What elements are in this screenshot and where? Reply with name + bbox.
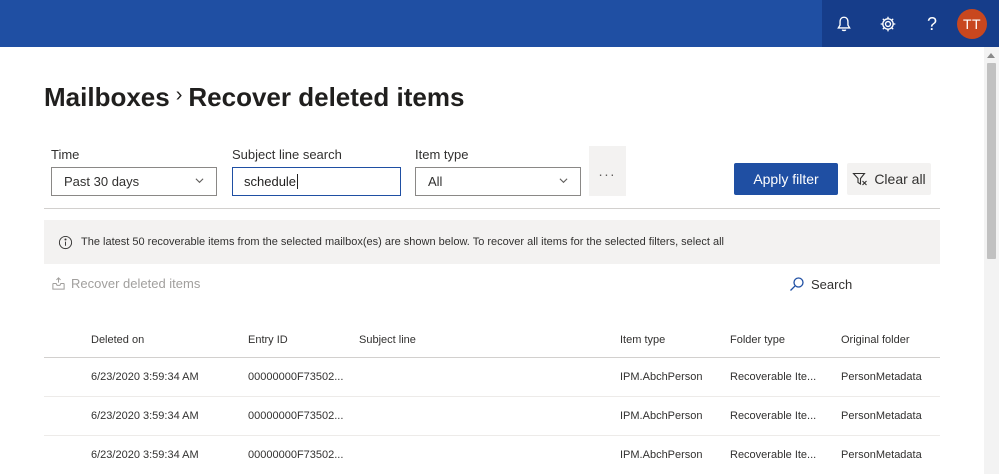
breadcrumb: Mailboxes › Recover deleted items bbox=[44, 82, 464, 113]
table-row[interactable]: 6/23/2020 3:59:34 AM 00000000F73502... I… bbox=[44, 397, 940, 436]
cell-item-type: IPM.AbchPerson bbox=[620, 410, 703, 422]
chevron-down-icon bbox=[559, 178, 568, 184]
apply-filter-button[interactable]: Apply filter bbox=[734, 163, 838, 195]
search-icon bbox=[790, 277, 804, 291]
cell-subject-line bbox=[359, 358, 609, 396]
deleted-items-table: Deleted on Entry ID Subject line Item ty… bbox=[44, 322, 940, 474]
time-dropdown-value: Past 30 days bbox=[64, 174, 140, 189]
avatar[interactable]: TT bbox=[957, 8, 987, 39]
scroll-up-arrow-icon[interactable] bbox=[987, 53, 995, 58]
table-header: Deleted on Entry ID Subject line Item ty… bbox=[44, 322, 940, 358]
breadcrumb-parent[interactable]: Mailboxes bbox=[44, 82, 170, 113]
cell-entry-id: 00000000F73502... bbox=[248, 371, 344, 383]
cell-folder-type: Recoverable Ite... bbox=[730, 410, 817, 422]
cell-subject-line bbox=[359, 397, 609, 435]
recover-deleted-items-label: Recover deleted items bbox=[71, 276, 201, 291]
cell-item-type: IPM.AbchPerson bbox=[620, 371, 703, 383]
more-filters-button[interactable]: ... bbox=[589, 146, 626, 196]
cell-original-folder: PersonMetadata bbox=[841, 449, 922, 461]
cell-item-type: IPM.AbchPerson bbox=[620, 449, 703, 461]
cell-folder-type: Recoverable Ite... bbox=[730, 371, 817, 383]
apply-filter-label: Apply filter bbox=[753, 171, 819, 187]
gear-icon[interactable] bbox=[866, 0, 910, 47]
text-caret bbox=[297, 174, 299, 189]
help-icon[interactable]: ? bbox=[910, 0, 954, 47]
recover-inbox-icon bbox=[52, 277, 65, 290]
page-title: Recover deleted items bbox=[188, 82, 465, 112]
column-header-original-folder[interactable]: Original folder bbox=[841, 322, 940, 357]
column-header-item-type[interactable]: Item type bbox=[620, 322, 724, 357]
chevron-down-icon bbox=[195, 178, 204, 184]
subject-search-value: schedule bbox=[244, 174, 297, 189]
item-type-label: Item type bbox=[415, 147, 469, 162]
cell-folder-type: Recoverable Ite... bbox=[730, 449, 817, 461]
divider bbox=[44, 208, 940, 209]
table-row[interactable]: 6/23/2020 3:59:34 AM 00000000F73502... I… bbox=[44, 358, 940, 397]
vertical-scrollbar[interactable] bbox=[984, 47, 999, 474]
column-header-folder-type[interactable]: Folder type bbox=[730, 322, 834, 357]
info-message: The latest 50 recoverable items from the… bbox=[81, 236, 724, 248]
help-glyph: ? bbox=[926, 13, 937, 34]
cell-original-folder: PersonMetadata bbox=[841, 410, 922, 422]
top-bar-actions: ? TT bbox=[822, 0, 999, 47]
subject-search-input[interactable]: schedule bbox=[232, 167, 401, 196]
cell-deleted-on: 6/23/2020 3:59:34 AM bbox=[91, 371, 199, 383]
clear-all-label: Clear all bbox=[874, 171, 926, 187]
clear-all-button[interactable]: Clear all bbox=[847, 163, 931, 195]
column-header-deleted-on[interactable]: Deleted on bbox=[91, 322, 241, 357]
top-bar: ? TT bbox=[0, 0, 999, 47]
search-label: Search bbox=[811, 276, 853, 292]
breadcrumb-separator-icon: › bbox=[175, 84, 183, 106]
search-button[interactable]: Search bbox=[789, 276, 852, 292]
avatar-initials: TT bbox=[962, 15, 982, 32]
item-type-dropdown[interactable]: All bbox=[415, 167, 581, 196]
more-icon: ... bbox=[598, 163, 617, 179]
info-icon bbox=[58, 235, 73, 249]
column-header-subject-line[interactable]: Subject line bbox=[359, 322, 609, 357]
cell-subject-line bbox=[359, 436, 609, 474]
recover-deleted-items-button[interactable]: Recover deleted items bbox=[51, 276, 200, 291]
item-type-dropdown-value: All bbox=[428, 174, 443, 189]
bell-icon[interactable] bbox=[822, 0, 866, 47]
table-row[interactable]: 6/23/2020 3:59:34 AM 00000000F73502... I… bbox=[44, 436, 940, 474]
scrollbar-thumb[interactable] bbox=[987, 63, 996, 259]
cell-original-folder: PersonMetadata bbox=[841, 371, 922, 383]
subject-label: Subject line search bbox=[232, 147, 342, 162]
clear-filter-icon bbox=[852, 172, 868, 186]
cell-entry-id: 00000000F73502... bbox=[248, 449, 344, 461]
column-header-entry-id[interactable]: Entry ID bbox=[248, 322, 352, 357]
cell-entry-id: 00000000F73502... bbox=[248, 410, 344, 422]
time-label: Time bbox=[51, 147, 80, 162]
cell-deleted-on: 6/23/2020 3:59:34 AM bbox=[91, 449, 199, 461]
time-dropdown[interactable]: Past 30 days bbox=[51, 167, 217, 196]
info-message-bar: The latest 50 recoverable items from the… bbox=[44, 220, 940, 264]
cell-deleted-on: 6/23/2020 3:59:34 AM bbox=[91, 410, 199, 422]
